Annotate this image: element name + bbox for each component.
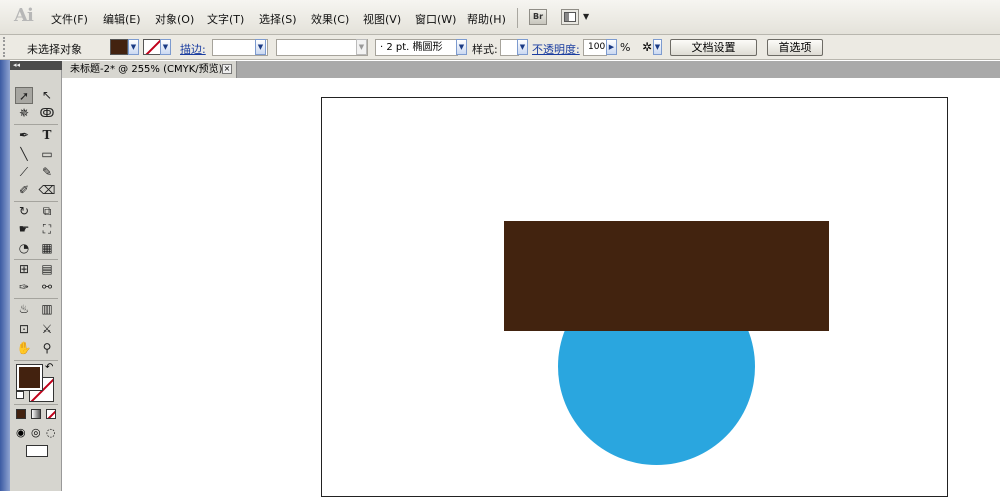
scale-tool-icon[interactable]: ⧉ — [38, 203, 56, 220]
menu-separator — [517, 8, 518, 28]
brush-dropdown[interactable]: ▼ — [456, 39, 467, 55]
stroke-label-link[interactable]: 描边: — [180, 41, 206, 57]
menu-window[interactable]: 窗口(W) — [415, 11, 456, 27]
opacity-field[interactable]: 100 — [583, 39, 607, 56]
tool-separator — [14, 360, 58, 361]
pencil-tool-icon[interactable]: ✎ — [38, 164, 56, 181]
none-mode-icon[interactable] — [46, 409, 56, 419]
slice-tool-icon[interactable]: ⚔ — [38, 321, 56, 338]
document-setup-button[interactable]: 文档设置 — [670, 39, 757, 56]
fill-color-swatch[interactable] — [110, 39, 128, 55]
type-tool-icon[interactable]: T — [38, 127, 56, 144]
tool-separator — [14, 201, 58, 202]
document-tab[interactable]: 未标题-2* @ 255% (CMYK/预览) — [62, 61, 237, 78]
menu-effect[interactable]: 效果(C) — [311, 11, 349, 27]
menu-file[interactable]: 文件(F) — [51, 11, 88, 27]
direct-selection-tool-icon[interactable]: ↖ — [38, 87, 56, 104]
arrange-dropdown-icon[interactable]: ▼ — [583, 12, 589, 21]
symbol-sprayer-tool-icon[interactable]: ♨ — [15, 301, 33, 318]
gradient-mode-icon[interactable] — [31, 409, 41, 419]
menu-object[interactable]: 对象(O) — [155, 11, 194, 27]
tools-collapse-icon[interactable]: ◂◂ — [13, 61, 20, 70]
blob-brush-tool-icon[interactable]: ✐ — [15, 182, 33, 199]
tool-separator — [14, 259, 58, 260]
brown-rectangle-shape[interactable] — [504, 221, 829, 331]
desktop-edge-strip — [0, 60, 10, 491]
swap-fill-stroke-icon[interactable]: ↶ — [45, 362, 53, 373]
opacity-dropdown[interactable]: ▶ — [606, 39, 617, 55]
zoom-tool-icon[interactable]: ⚲ — [38, 340, 56, 357]
blend-tool-icon[interactable]: ⚯ — [38, 279, 56, 296]
selection-status: 未选择对象 — [27, 43, 82, 56]
gradient-tool-icon[interactable]: ▤ — [38, 261, 56, 278]
lasso-tool-icon[interactable]: ↂ — [38, 105, 56, 122]
menu-help[interactable]: 帮助(H) — [467, 11, 506, 27]
line-segment-tool-icon[interactable]: ╲ — [15, 146, 33, 163]
magic-wand-tool-icon[interactable]: ✵ — [15, 105, 33, 122]
perspective-grid-tool-icon[interactable]: ▦ — [38, 240, 56, 257]
variable-width-field[interactable] — [276, 39, 368, 56]
pen-tool-icon[interactable]: ✒ — [15, 127, 33, 144]
selection-tool-icon[interactable]: ➚ — [15, 87, 33, 104]
stroke-dropdown[interactable]: ▼ — [160, 39, 171, 55]
menu-select[interactable]: 选择(S) — [259, 11, 297, 27]
rotate-tool-icon[interactable]: ↻ — [15, 203, 33, 220]
paintbrush-tool-icon[interactable]: ⟋ — [15, 164, 33, 181]
close-icon[interactable]: × — [222, 64, 232, 74]
stroke-color-swatch[interactable] — [143, 39, 161, 55]
draw-normal-icon[interactable]: ◉ — [16, 426, 26, 439]
screen-mode-icon[interactable] — [26, 445, 48, 457]
free-transform-tool-icon[interactable]: ⛶ — [38, 221, 56, 238]
color-mode-icon[interactable] — [16, 409, 26, 419]
graphic-style-dropdown[interactable]: ▼ — [517, 39, 528, 55]
artboard-tool-icon[interactable]: ⊡ — [15, 321, 33, 338]
style-label: 样式: — [472, 43, 498, 56]
preferences-button[interactable]: 首选项 — [767, 39, 823, 56]
app-logo: Ai — [14, 5, 34, 26]
tool-separator — [14, 298, 58, 299]
stroke-weight-dropdown[interactable]: ▼ — [255, 39, 266, 55]
menu-type[interactable]: 文字(T) — [207, 11, 244, 27]
tool-separator — [14, 404, 58, 405]
no-stroke-icon — [144, 40, 160, 54]
shape-builder-tool-icon[interactable]: ◔ — [15, 240, 33, 257]
recolor-dropdown[interactable]: ▼ — [653, 39, 662, 55]
eraser-tool-icon[interactable]: ⌫ — [38, 182, 56, 199]
mesh-tool-icon[interactable]: ⊞ — [15, 261, 33, 278]
toolbox-fill-swatch[interactable] — [16, 364, 43, 391]
menu-edit[interactable]: 编辑(E) — [103, 11, 141, 27]
warp-tool-icon[interactable]: ☛ — [15, 221, 33, 238]
opacity-unit: % — [620, 41, 631, 54]
fill-dropdown[interactable]: ▼ — [128, 39, 139, 55]
arrange-documents-button[interactable] — [561, 9, 579, 25]
draw-behind-icon[interactable]: ◎ — [31, 426, 41, 439]
default-colors-icon[interactable] — [16, 391, 24, 399]
hand-tool-icon[interactable]: ✋ — [15, 340, 33, 357]
control-bar-gripper[interactable] — [3, 37, 9, 57]
opacity-label-link[interactable]: 不透明度: — [532, 41, 580, 57]
brush-definition-field[interactable]: · 2 pt. 椭圆形 — [375, 39, 458, 56]
tool-separator — [14, 124, 58, 125]
bridge-button[interactable]: Br — [529, 9, 547, 25]
eyedropper-tool-icon[interactable]: ✑ — [15, 279, 33, 296]
draw-inside-icon[interactable]: ◌ — [46, 426, 56, 439]
rectangle-tool-icon[interactable]: ▭ — [38, 146, 56, 163]
variable-width-dropdown[interactable]: ▼ — [356, 39, 367, 55]
menu-view[interactable]: 视图(V) — [363, 11, 401, 27]
column-graph-tool-icon[interactable]: ▥ — [38, 301, 56, 318]
arrange-documents-icon — [564, 12, 576, 22]
